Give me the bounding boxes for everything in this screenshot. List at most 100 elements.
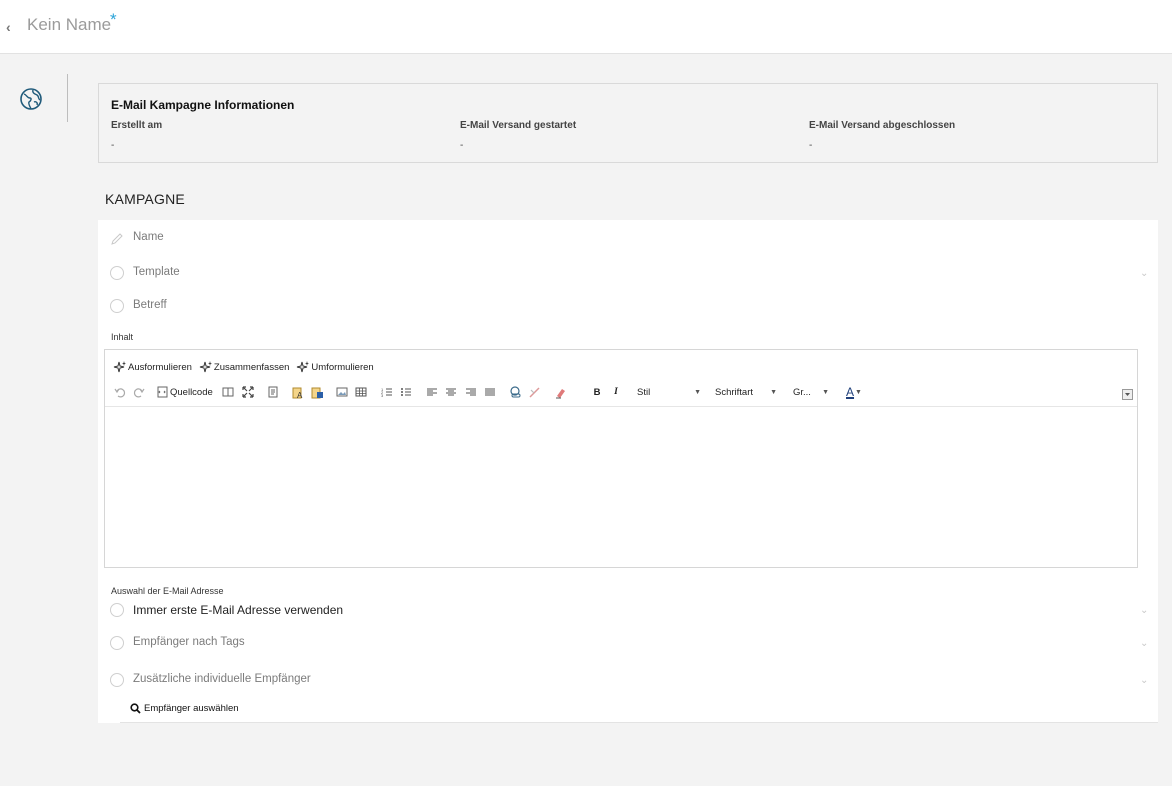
ai-formulate-label: Ausformulieren <box>128 361 192 373</box>
template-field[interactable]: Template ⌄ <box>110 264 1150 284</box>
ai-rephrase-label: Umformulieren <box>311 361 374 373</box>
individual-recipients-field[interactable]: Zusätzliche individuelle Empfänger ⌄ <box>110 671 1150 691</box>
rich-text-editor[interactable]: Ausformulieren Zusammenfassen Umformulie… <box>104 349 1138 568</box>
style-dropdown[interactable]: Stil ▼ <box>637 384 701 400</box>
paste-text-icon[interactable]: A <box>291 384 305 400</box>
info-value: - <box>111 140 115 151</box>
name-field[interactable]: Name <box>110 229 1150 249</box>
font-dropdown[interactable]: Schriftart ▼ <box>715 384 777 400</box>
link-icon[interactable] <box>508 384 522 400</box>
remove-format-icon[interactable] <box>553 384 567 400</box>
first-address-label: Immer erste E-Mail Adresse verwenden <box>133 603 344 617</box>
dropdown-arrow-icon: ▼ <box>822 388 829 396</box>
italic-button[interactable]: I <box>610 384 622 400</box>
svg-text:A: A <box>297 391 303 399</box>
section-heading: KAMPAGNE <box>105 191 185 207</box>
maximize-icon[interactable] <box>241 384 255 400</box>
search-icon <box>130 703 141 714</box>
chevron-down-icon[interactable]: ⌄ <box>1140 638 1150 649</box>
tags-recipients-radio[interactable] <box>110 636 124 650</box>
text-color-button[interactable]: A ▼ <box>843 384 865 400</box>
dropdown-arrow-icon: ▼ <box>770 388 777 396</box>
individual-recipients-label: Zusätzliche individuelle Empfänger <box>133 673 311 685</box>
first-address-option[interactable]: Immer erste E-Mail Adresse verwenden ⌄ <box>110 601 1150 621</box>
address-selection-label: Auswahl der E-Mail Adresse <box>111 586 224 596</box>
info-label: Erstellt am <box>111 120 163 131</box>
ai-summarize-label: Zusammenfassen <box>213 361 290 373</box>
chevron-down-icon[interactable]: ⌄ <box>1140 675 1150 686</box>
pencil-icon <box>111 233 123 245</box>
table-icon[interactable] <box>354 384 368 400</box>
text-color-icon: A <box>846 385 855 399</box>
info-send-finished: E-Mail Versand abgeschlossen - <box>809 120 1139 151</box>
source-code-label: Quellcode <box>170 386 213 398</box>
template-label: Template <box>133 266 180 278</box>
info-label: E-Mail Versand abgeschlossen <box>809 120 956 131</box>
source-code-button[interactable]: Quellcode <box>156 384 216 400</box>
align-left-icon[interactable] <box>425 384 439 400</box>
info-created: Erstellt am - <box>111 120 441 151</box>
sidebar-divider <box>67 74 68 122</box>
redo-icon[interactable] <box>132 384 146 400</box>
bold-label: B <box>593 386 601 398</box>
italic-label: I <box>614 387 618 397</box>
info-value: - <box>809 140 813 151</box>
style-label: Stil <box>637 386 651 398</box>
select-recipients-label: Empfänger auswählen <box>144 703 239 714</box>
svg-text:3: 3 <box>381 393 384 398</box>
page-title[interactable]: Kein Name <box>27 15 111 35</box>
campaign-info-box: E-Mail Kampagne Informationen Erstellt a… <box>98 83 1158 163</box>
template-radio[interactable] <box>110 266 124 280</box>
info-value: - <box>460 140 464 151</box>
tags-recipients-field[interactable]: Empfänger nach Tags ⌄ <box>110 634 1150 654</box>
ai-rephrase-button[interactable]: Umformulieren <box>296 359 374 375</box>
chevron-down-icon[interactable]: ⌄ <box>1140 605 1150 616</box>
select-recipients-button[interactable]: Empfänger auswählen <box>130 703 239 714</box>
align-justify-icon[interactable] <box>483 384 497 400</box>
source-code-icon <box>157 386 168 398</box>
bullet-list-icon[interactable] <box>399 384 413 400</box>
unsaved-marker: * <box>110 10 117 29</box>
info-label: E-Mail Versand gestartet <box>460 120 577 131</box>
font-label: Schriftart <box>715 386 754 398</box>
align-right-icon[interactable] <box>464 384 478 400</box>
bold-button[interactable]: B <box>591 384 603 400</box>
unlink-icon[interactable] <box>527 384 541 400</box>
info-send-started: E-Mail Versand gestartet - <box>460 120 790 151</box>
dropdown-arrow-icon: ▼ <box>694 388 701 396</box>
campaign-form-panel: Name Template ⌄ Betreff Inhalt Ausformul… <box>98 220 1158 723</box>
first-address-radio[interactable] <box>110 603 124 617</box>
undo-icon[interactable] <box>113 384 127 400</box>
back-chevron-icon[interactable]: ‹ <box>6 20 16 34</box>
collapse-toolbar-icon[interactable] <box>1121 388 1133 400</box>
top-bar: ‹ Kein Name * <box>0 0 1172 54</box>
paste-word-icon[interactable] <box>310 384 324 400</box>
ai-formulate-button[interactable]: Ausformulieren <box>113 359 192 375</box>
ai-actions-bar: Ausformulieren Zusammenfassen Umformulie… <box>113 359 374 375</box>
editor-toolbar: Quellcode A 123 B I Stil ▼ Schriftart ▼ … <box>113 384 1133 400</box>
dropdown-arrow-icon: ▼ <box>855 388 862 396</box>
templates-icon[interactable] <box>266 384 280 400</box>
info-title: E-Mail Kampagne Informationen <box>111 98 295 112</box>
chevron-down-icon[interactable]: ⌄ <box>1140 268 1150 279</box>
size-label: Gr... <box>793 386 811 398</box>
ai-summarize-button[interactable]: Zusammenfassen <box>199 359 290 375</box>
individual-recipients-radio[interactable] <box>110 673 124 687</box>
name-label: Name <box>133 231 164 243</box>
align-center-icon[interactable] <box>444 384 458 400</box>
sparkle-icon <box>199 361 212 373</box>
numbered-list-icon[interactable]: 123 <box>380 384 394 400</box>
preview-icon[interactable] <box>221 384 235 400</box>
content-label: Inhalt <box>111 332 134 342</box>
image-icon[interactable] <box>335 384 349 400</box>
sparkle-icon <box>113 361 126 373</box>
editor-content-area[interactable] <box>105 407 1137 567</box>
sparkle-icon <box>297 361 310 373</box>
subject-label: Betreff <box>133 299 167 311</box>
size-dropdown[interactable]: Gr... ▼ <box>793 384 829 400</box>
tags-recipients-label: Empfänger nach Tags <box>133 636 245 648</box>
globe-icon[interactable] <box>19 87 43 111</box>
panel-divider <box>120 722 1158 723</box>
subject-field[interactable]: Betreff <box>110 297 1150 317</box>
subject-radio[interactable] <box>110 299 124 313</box>
